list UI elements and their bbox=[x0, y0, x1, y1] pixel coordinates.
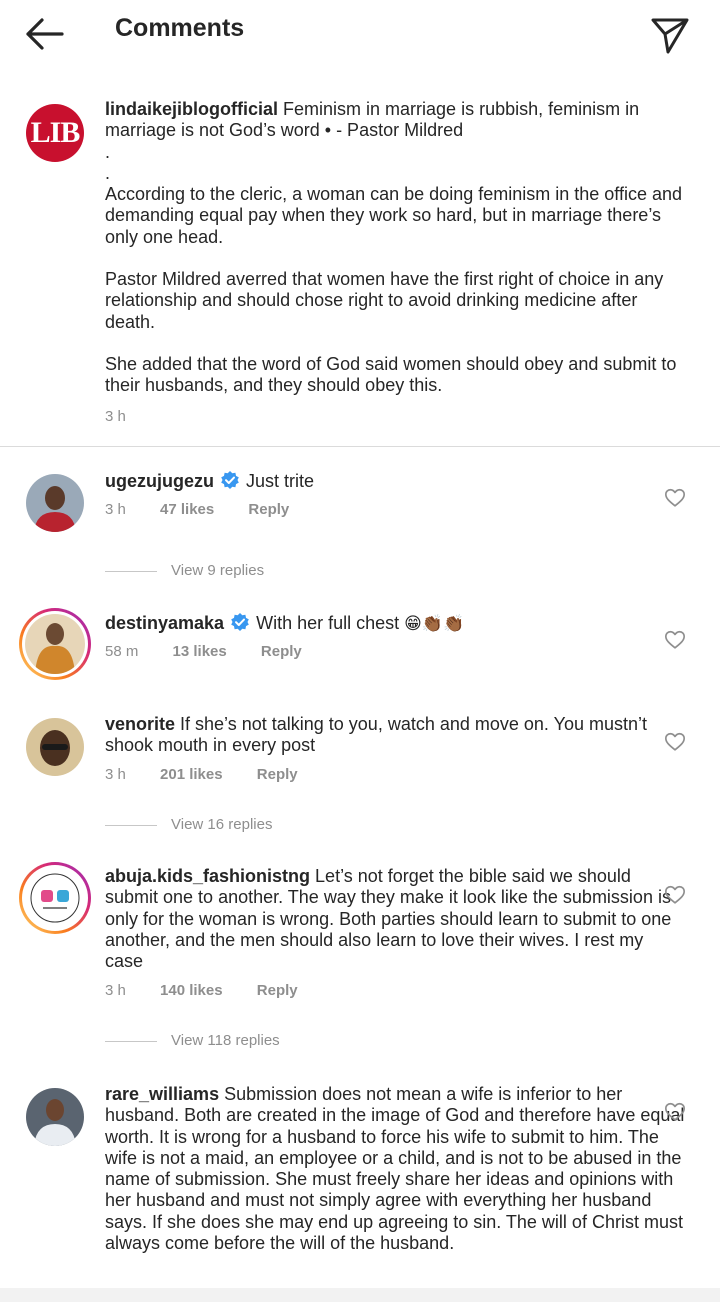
like-heart-icon[interactable] bbox=[664, 487, 686, 509]
comment-username[interactable]: rare_williams bbox=[105, 1084, 219, 1104]
caption-paragraph: She added that the word of God said wome… bbox=[105, 353, 677, 396]
avatar-image bbox=[25, 614, 85, 674]
back-button[interactable] bbox=[22, 14, 66, 54]
likes-count[interactable]: 47 likes bbox=[160, 501, 214, 518]
timestamp: 3 h bbox=[105, 982, 126, 999]
avatar-image bbox=[25, 868, 85, 928]
view-replies-link[interactable]: View 9 replies bbox=[105, 562, 264, 579]
view-replies-label: View 16 replies bbox=[171, 816, 273, 833]
avatar[interactable] bbox=[26, 1088, 84, 1146]
like-heart-icon[interactable] bbox=[664, 1101, 686, 1123]
send-icon bbox=[651, 18, 689, 54]
header-bar: Comments bbox=[0, 0, 720, 64]
bottom-fade bbox=[0, 1288, 720, 1302]
comment-username[interactable]: abuja.kids_fashionistng bbox=[105, 866, 310, 886]
page-title: Comments bbox=[115, 14, 245, 42]
replies-line bbox=[105, 824, 157, 826]
avatar-image bbox=[26, 1088, 84, 1146]
story-ring[interactable] bbox=[19, 862, 91, 934]
timestamp: 3 h bbox=[105, 501, 126, 518]
like-heart-icon[interactable] bbox=[664, 731, 686, 753]
timestamp: 3 h bbox=[105, 766, 126, 783]
avatar[interactable] bbox=[26, 474, 84, 532]
comment-text: rare_williams Submission does not mean a… bbox=[105, 1084, 685, 1254]
comment-body: If she’s not talking to you, watch and m… bbox=[105, 714, 647, 756]
comment-meta: 3 h 140 likes Reply bbox=[105, 982, 298, 999]
share-button[interactable] bbox=[648, 12, 692, 56]
likes-count[interactable]: 201 likes bbox=[160, 766, 223, 783]
view-replies-label: View 9 replies bbox=[171, 562, 265, 579]
like-heart-icon[interactable] bbox=[664, 629, 686, 651]
avatar-image bbox=[26, 718, 84, 776]
comment-username[interactable]: venorite bbox=[105, 714, 175, 734]
likes-count[interactable]: 140 likes bbox=[160, 982, 223, 999]
avatar-image bbox=[26, 474, 84, 532]
comment-username[interactable]: ugezujugezu bbox=[105, 471, 214, 491]
comment-username[interactable]: destinyamaka bbox=[105, 613, 224, 633]
comment-text: abuja.kids_fashionistng Let’s not forget… bbox=[105, 866, 685, 972]
emoji-reactions: 😁👏🏾👏🏾 bbox=[404, 614, 465, 634]
verified-badge-icon bbox=[231, 613, 249, 631]
caption-dot: . bbox=[105, 141, 111, 162]
comment-meta: 3 h 201 likes Reply bbox=[105, 766, 298, 783]
caption-paragraph: According to the cleric, a woman can be … bbox=[105, 184, 682, 247]
view-replies-link[interactable]: View 118 replies bbox=[105, 1032, 280, 1049]
caption-username[interactable]: lindaikejiblogofficial bbox=[105, 99, 278, 119]
comment-text: ugezujugezu Just trite bbox=[105, 470, 685, 492]
reply-button[interactable]: Reply bbox=[261, 643, 302, 660]
verified-badge-icon bbox=[221, 471, 239, 489]
comment-meta: 58 m 13 likes Reply bbox=[105, 643, 302, 660]
comment-text: destinyamaka With her full chest 😁👏🏾👏🏾 bbox=[105, 612, 685, 635]
caption-text: lindaikejiblogofficial Feminism in marri… bbox=[105, 99, 685, 397]
reply-button[interactable]: Reply bbox=[257, 766, 298, 783]
lib-logo: LIB bbox=[30, 116, 81, 149]
avatar[interactable]: LIB bbox=[26, 104, 84, 162]
view-replies-label: View 118 replies bbox=[171, 1032, 280, 1049]
caption-meta: 3 h bbox=[105, 408, 126, 425]
timestamp: 58 m bbox=[105, 643, 139, 660]
like-heart-icon[interactable] bbox=[664, 884, 686, 906]
story-ring[interactable] bbox=[19, 608, 91, 680]
comment-body: Just trite bbox=[246, 471, 315, 491]
caption-paragraph: Pastor Mildred averred that women have t… bbox=[105, 269, 664, 332]
timestamp: 3 h bbox=[105, 408, 126, 425]
reply-button[interactable]: Reply bbox=[248, 501, 289, 518]
arrow-left-icon bbox=[26, 18, 64, 50]
view-replies-link[interactable]: View 16 replies bbox=[105, 816, 272, 833]
reply-button[interactable]: Reply bbox=[257, 982, 298, 999]
comment-body: With her full chest bbox=[256, 613, 405, 633]
likes-count[interactable]: 13 likes bbox=[173, 643, 227, 660]
comment-body: Submission does not mean a wife is infer… bbox=[105, 1084, 685, 1254]
divider bbox=[0, 446, 720, 447]
comment-meta: 3 h 47 likes Reply bbox=[105, 501, 289, 518]
replies-line bbox=[105, 570, 157, 572]
replies-line bbox=[105, 1040, 157, 1042]
avatar[interactable] bbox=[26, 718, 84, 776]
comment-text: venorite If she’s not talking to you, wa… bbox=[105, 714, 685, 757]
caption-dot: . bbox=[105, 162, 111, 183]
